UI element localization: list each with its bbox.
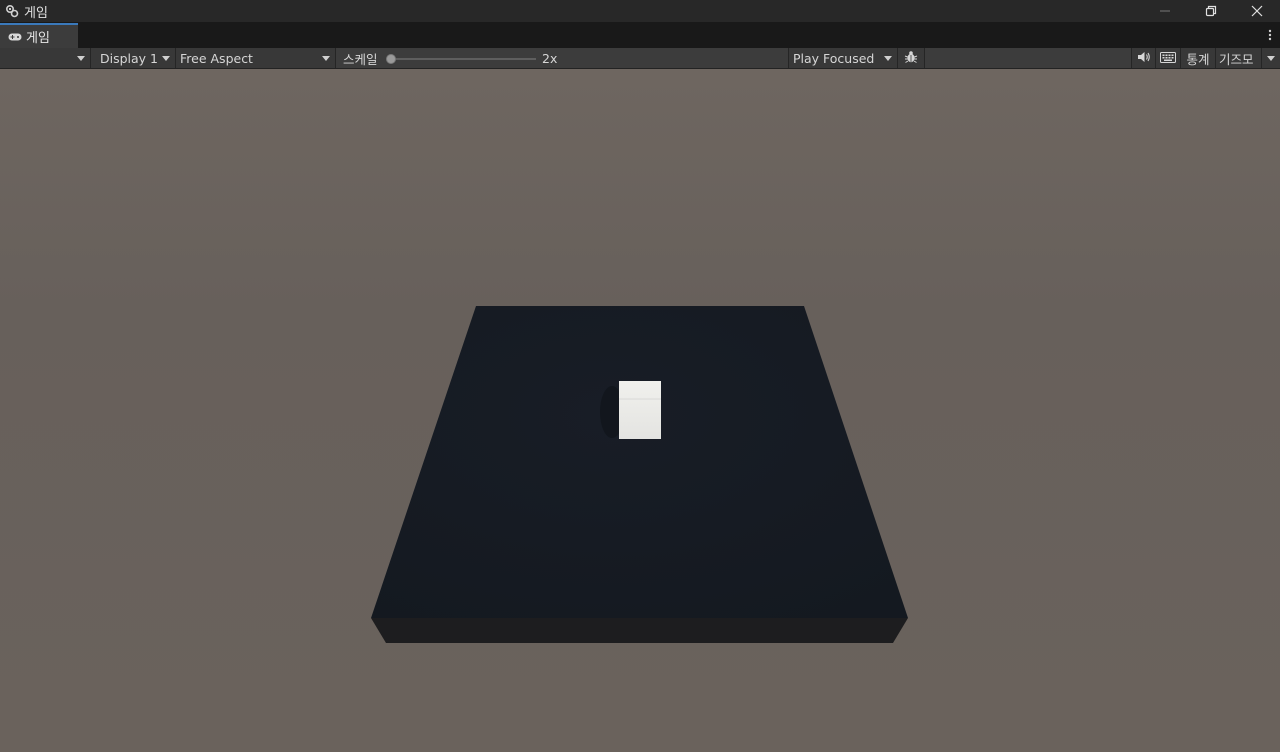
scale-slider-track[interactable] xyxy=(390,58,536,60)
game-view-toolbar: Display 1 Free Aspect 스케일 2x Play Focuse… xyxy=(0,48,1280,69)
chevron-down-icon xyxy=(884,56,892,61)
unity-logo-icon xyxy=(4,3,20,19)
aspect-label: Free Aspect xyxy=(180,50,253,66)
scale-slider-thumb[interactable] xyxy=(386,54,396,64)
keyboard-icon xyxy=(1160,51,1176,66)
chevron-down-icon xyxy=(1267,56,1275,61)
scale-value: 2x xyxy=(542,50,558,66)
display-dropdown[interactable]: Display 1 xyxy=(91,48,176,68)
platform-side xyxy=(371,618,908,643)
gizmos-label: 기즈모 xyxy=(1219,51,1254,67)
scale-label: 스케일 xyxy=(343,51,378,67)
game-viewport[interactable] xyxy=(0,69,1280,752)
aspect-dropdown[interactable]: Free Aspect xyxy=(176,48,336,68)
tab-strip: 게임 xyxy=(0,22,1280,48)
play-mode-dropdown[interactable]: Play Focused xyxy=(788,48,898,68)
window-titlebar: 게임 xyxy=(0,0,1280,22)
mute-audio-button[interactable] xyxy=(1131,48,1156,68)
platform-top xyxy=(371,306,908,618)
cube xyxy=(619,381,661,439)
display-label: Display 1 xyxy=(100,50,159,66)
restore-button[interactable] xyxy=(1188,0,1234,22)
minimize-button[interactable] xyxy=(1142,0,1188,22)
close-button[interactable] xyxy=(1234,0,1280,22)
gizmos-button[interactable]: 기즈모 xyxy=(1216,48,1262,68)
stats-button[interactable]: 통계 xyxy=(1181,48,1216,68)
tab-label: 게임 xyxy=(26,31,50,46)
gizmos-dropdown[interactable] xyxy=(1262,48,1280,68)
gamepad-icon xyxy=(8,32,22,42)
window-title: 게임 xyxy=(24,5,48,21)
stats-label: 통계 xyxy=(1186,51,1210,67)
keyboard-shortcuts-button[interactable] xyxy=(1156,48,1181,68)
chevron-down-icon xyxy=(322,56,330,61)
bug-icon xyxy=(904,50,918,67)
view-mode-dropdown[interactable] xyxy=(0,48,91,68)
chevron-down-icon xyxy=(77,56,85,61)
more-options-icon[interactable] xyxy=(1266,27,1274,43)
debug-button[interactable] xyxy=(898,48,925,68)
speaker-icon xyxy=(1137,51,1151,66)
tab-game[interactable]: 게임 xyxy=(0,23,78,48)
play-mode-label: Play Focused xyxy=(793,50,875,66)
chevron-down-icon xyxy=(162,56,170,61)
game-scene xyxy=(371,306,908,643)
